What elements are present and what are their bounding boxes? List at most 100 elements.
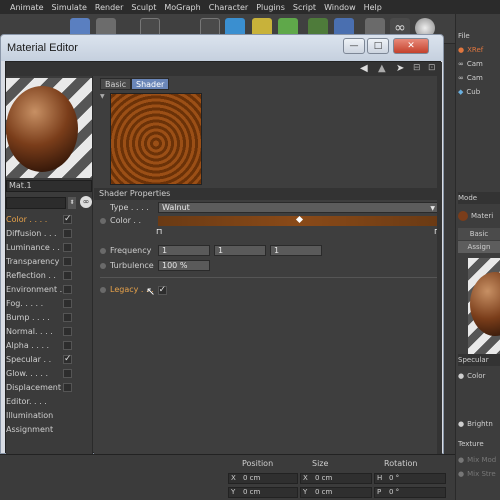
channel-item[interactable]: Normal. . . . <box>6 325 92 337</box>
frequency-y-field[interactable]: 1 <box>214 245 266 256</box>
rotation-h-field[interactable]: H0 ° <box>374 473 446 484</box>
tab-shader[interactable]: Shader <box>131 78 170 90</box>
collapse-triangle-icon[interactable]: ▼ <box>100 93 105 100</box>
link-icon[interactable]: ∞ <box>80 196 92 208</box>
channel-label: Color . . . . <box>6 214 48 224</box>
menu-script[interactable]: Script <box>293 3 316 12</box>
app-menubar: Animate Simulate Render Sculpt MoGraph C… <box>0 0 500 14</box>
right-mix-strength-row[interactable]: ● Mix Stre <box>458 468 496 480</box>
new-window-icon[interactable]: ⊡ <box>428 63 436 73</box>
channel-label: Transparency <box>6 256 60 266</box>
type-row: Type . . . . <box>100 202 149 214</box>
channel-checkbox[interactable] <box>63 340 72 350</box>
channel-checkbox[interactable]: ✓ <box>63 214 72 224</box>
material-name-field[interactable]: Mat.1 <box>6 180 92 192</box>
close-button[interactable]: ✕ <box>393 38 429 54</box>
channel-checkbox[interactable] <box>63 298 72 308</box>
material-preview <box>6 78 92 178</box>
right-brightness-row[interactable]: ● Brightn <box>458 418 493 430</box>
menu-plugins[interactable]: Plugins <box>256 3 285 12</box>
position-x-field[interactable]: X0 cm <box>228 473 298 484</box>
type-dropdown[interactable]: Walnut ▼ <box>158 202 440 213</box>
menu-sculpt[interactable]: Sculpt <box>131 3 156 12</box>
menu-simulate[interactable]: Simulate <box>52 3 87 12</box>
tab-basic-right[interactable]: Basic <box>458 228 500 240</box>
channel-item[interactable]: Transparency <box>6 255 92 267</box>
channel-item[interactable]: Environment . <box>6 283 92 295</box>
legacy-anim-dot-icon[interactable] <box>100 287 106 293</box>
menu-character[interactable]: Character <box>209 3 249 12</box>
object-camera-1[interactable]: ∞ Cam <box>458 58 483 70</box>
right-mix-mode-row[interactable]: ● Mix Mod <box>458 454 496 466</box>
frequency-z-field[interactable]: 1 <box>270 245 322 256</box>
channel-checkbox[interactable]: ✓ <box>63 354 72 364</box>
size-header: Size <box>312 459 329 468</box>
frequency-anim-dot-icon[interactable] <box>100 248 106 254</box>
channel-checkbox[interactable] <box>63 256 72 266</box>
channel-item[interactable]: Illumination <box>6 409 92 421</box>
object-camera-2[interactable]: ∞ Cam <box>458 72 483 84</box>
rotation-header: Rotation <box>384 459 418 468</box>
size-y-field[interactable]: Y0 cm <box>300 487 372 498</box>
menu-render[interactable]: Render <box>95 3 123 12</box>
frequency-row: Frequency <box>100 245 151 257</box>
channel-item[interactable]: Color . . . . ✓ <box>6 213 92 225</box>
channel-label: Luminance . . <box>6 242 60 252</box>
channel-item[interactable]: Glow. . . . . <box>6 367 92 379</box>
frequency-x-field[interactable]: 1 <box>158 245 210 256</box>
channel-checkbox[interactable] <box>63 242 72 252</box>
channel-item[interactable]: Alpha . . . . <box>6 339 92 351</box>
right-color-row[interactable]: ● Color <box>458 370 485 382</box>
channel-item[interactable]: Bump . . . . <box>6 311 92 323</box>
object-cube[interactable]: ◆ Cub <box>458 86 480 98</box>
maximize-button[interactable]: □ <box>367 38 389 54</box>
mode-menu[interactable]: Mode <box>458 192 500 204</box>
minimize-button[interactable]: — <box>343 38 365 54</box>
turbulence-field[interactable]: 100 % <box>158 260 210 271</box>
channel-item[interactable]: Specular . . ✓ <box>6 353 92 365</box>
channel-checkbox[interactable] <box>63 312 72 322</box>
editor-client: ◀ ▲ ➤ ⊟ ⊡ Mat.1 ⬍ ∞ Color . . . . ✓ Diffus… <box>5 61 442 454</box>
frequency-label: Frequency <box>110 246 152 255</box>
channel-checkbox[interactable] <box>63 326 72 336</box>
color-anim-dot-icon[interactable] <box>100 218 106 224</box>
object-xref[interactable]: ● XRef <box>458 44 483 56</box>
channel-item[interactable]: Assignment <box>6 423 92 435</box>
back-arrow-icon[interactable]: ◀ <box>360 63 368 74</box>
window-titlebar[interactable]: Material Editor — □ ✕ <box>1 35 443 61</box>
rotation-p-field[interactable]: P0 ° <box>374 487 446 498</box>
channel-checkbox[interactable] <box>63 228 72 238</box>
tab-basic[interactable]: Basic <box>100 78 132 90</box>
channel-item[interactable]: Reflection . . <box>6 269 92 281</box>
object-manager-file-menu[interactable]: File <box>458 30 470 42</box>
channel-item[interactable]: Luminance . . <box>6 241 92 253</box>
spinner-arrows-icon[interactable]: ⬍ <box>68 197 76 209</box>
name-input[interactable] <box>6 197 66 209</box>
channel-item[interactable]: Fog. . . . . <box>6 297 92 309</box>
channel-checkbox[interactable] <box>63 270 72 280</box>
position-y-field[interactable]: Y0 cm <box>228 487 298 498</box>
menu-mograph[interactable]: MoGraph <box>164 3 200 12</box>
menu-animate[interactable]: Animate <box>10 3 44 12</box>
object-manager: File ● XRef ∞ Cam ∞ Cam ◆ Cub Mode Materi Ba… <box>455 14 500 500</box>
turbulence-anim-dot-icon[interactable] <box>100 263 106 269</box>
channel-item[interactable]: Displacement <box>6 381 92 393</box>
separator <box>100 277 440 278</box>
size-x-field[interactable]: X0 cm <box>300 473 372 484</box>
cursor-icon[interactable]: ➤ <box>396 63 404 74</box>
channel-checkbox[interactable] <box>63 368 72 378</box>
vertical-scrollbar[interactable] <box>437 76 442 454</box>
menu-window[interactable]: Window <box>324 3 356 12</box>
up-arrow-icon[interactable]: ▲ <box>378 63 386 74</box>
type-value: Walnut <box>162 203 190 212</box>
gradient-knob-left[interactable]: ⊓ <box>156 227 162 236</box>
channel-item[interactable]: Diffusion . . . <box>6 227 92 239</box>
channel-item[interactable]: Editor. . . . <box>6 395 92 407</box>
legacy-checkbox[interactable]: ✓ <box>157 285 167 295</box>
channel-checkbox[interactable] <box>63 284 72 294</box>
right-texture-row[interactable]: Texture <box>458 438 484 450</box>
lock-icon[interactable]: ⊟ <box>413 63 421 73</box>
menu-help[interactable]: Help <box>364 3 382 12</box>
channel-checkbox[interactable] <box>63 382 72 392</box>
tab-assign-right[interactable]: Assign <box>458 241 500 253</box>
